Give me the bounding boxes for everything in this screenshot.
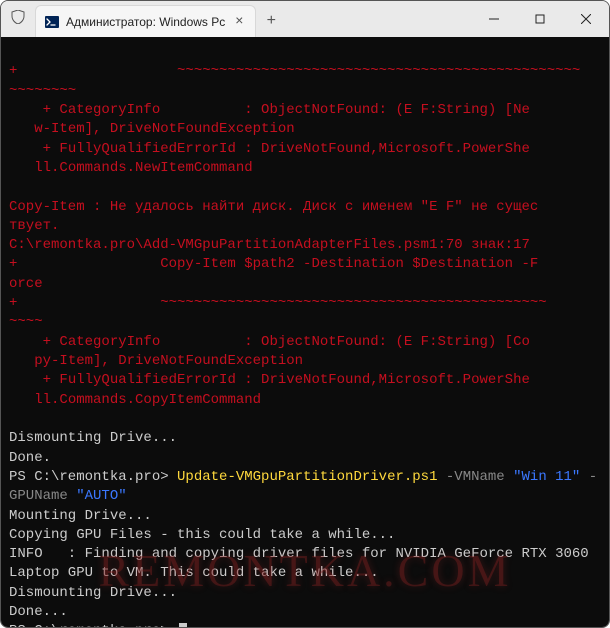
output-line: Done. [9,450,51,466]
output-line: Dismounting Drive... [9,585,177,601]
prompt: PS C:\remontka.pro> [9,623,177,627]
error-line: + CategoryInfo : ObjectNotFound: (E F:St… [9,334,530,350]
command-value: "AUTO" [76,488,126,504]
window-controls [471,1,609,37]
cursor [179,623,187,627]
error-line: + ~~~~~~~~~~~~~~~~~~~~~~~~~~~~~~~~~~~~~~… [9,63,580,79]
admin-shield-area [1,1,35,37]
maximize-button[interactable] [517,1,563,37]
error-line: py-Item], DriveNotFoundException [9,353,303,369]
error-line: ll.Commands.NewItemCommand [9,160,253,176]
error-line: + FullyQualifiedErrorId : DriveNotFound,… [9,141,530,157]
output-line: Dismounting Drive... [9,430,177,446]
output-line: Mounting Drive... [9,508,152,524]
error-line: + ~~~~~~~~~~~~~~~~~~~~~~~~~~~~~~~~~~~~~~… [9,295,547,311]
error-line: + FullyQualifiedErrorId : DriveNotFound,… [9,372,530,388]
error-line: твует. [9,218,59,234]
active-tab[interactable]: Администратор: Windows Pc × [35,5,256,37]
tab-close-button[interactable]: × [231,14,247,30]
error-line: ~~~~ [9,314,43,330]
tab-title: Администратор: Windows Pc [66,15,225,29]
error-line: C:\remontka.pro\Add-VMGpuPartitionAdapte… [9,237,530,253]
close-window-button[interactable] [563,1,609,37]
titlebar: Администратор: Windows Pc × + [1,1,609,37]
error-line: + CategoryInfo : ObjectNotFound: (E F:St… [9,102,530,118]
output-line: Done... [9,604,68,620]
prompt: PS C:\remontka.pro> [9,469,177,485]
output-line: INFO : Finding and copying driver files … [9,546,597,581]
titlebar-drag-area[interactable] [286,1,471,37]
powershell-icon [44,14,60,30]
error-line: ~~~~~~~~ [9,83,76,99]
shield-icon [11,10,25,29]
error-line: + Copy-Item $path2 -Destination $Destina… [9,256,538,272]
error-line: Copy-Item : Не удалось найти диск. Диск … [9,199,538,215]
terminal-output[interactable]: + ~~~~~~~~~~~~~~~~~~~~~~~~~~~~~~~~~~~~~~… [1,37,609,627]
new-tab-button[interactable]: + [256,5,286,37]
command-name: Update-VMGpuPartitionDriver.ps1 [177,469,437,485]
command-param: -VMName [437,469,513,485]
command-value: "Win 11" [513,469,580,485]
minimize-button[interactable] [471,1,517,37]
output-line: Copying GPU Files - this could take a wh… [9,527,395,543]
error-line: w-Item], DriveNotFoundException [9,121,295,137]
error-line: orce [9,276,43,292]
app-window: Администратор: Windows Pc × + + ~~~~~~~~… [0,0,610,628]
error-line: ll.Commands.CopyItemCommand [9,392,261,408]
